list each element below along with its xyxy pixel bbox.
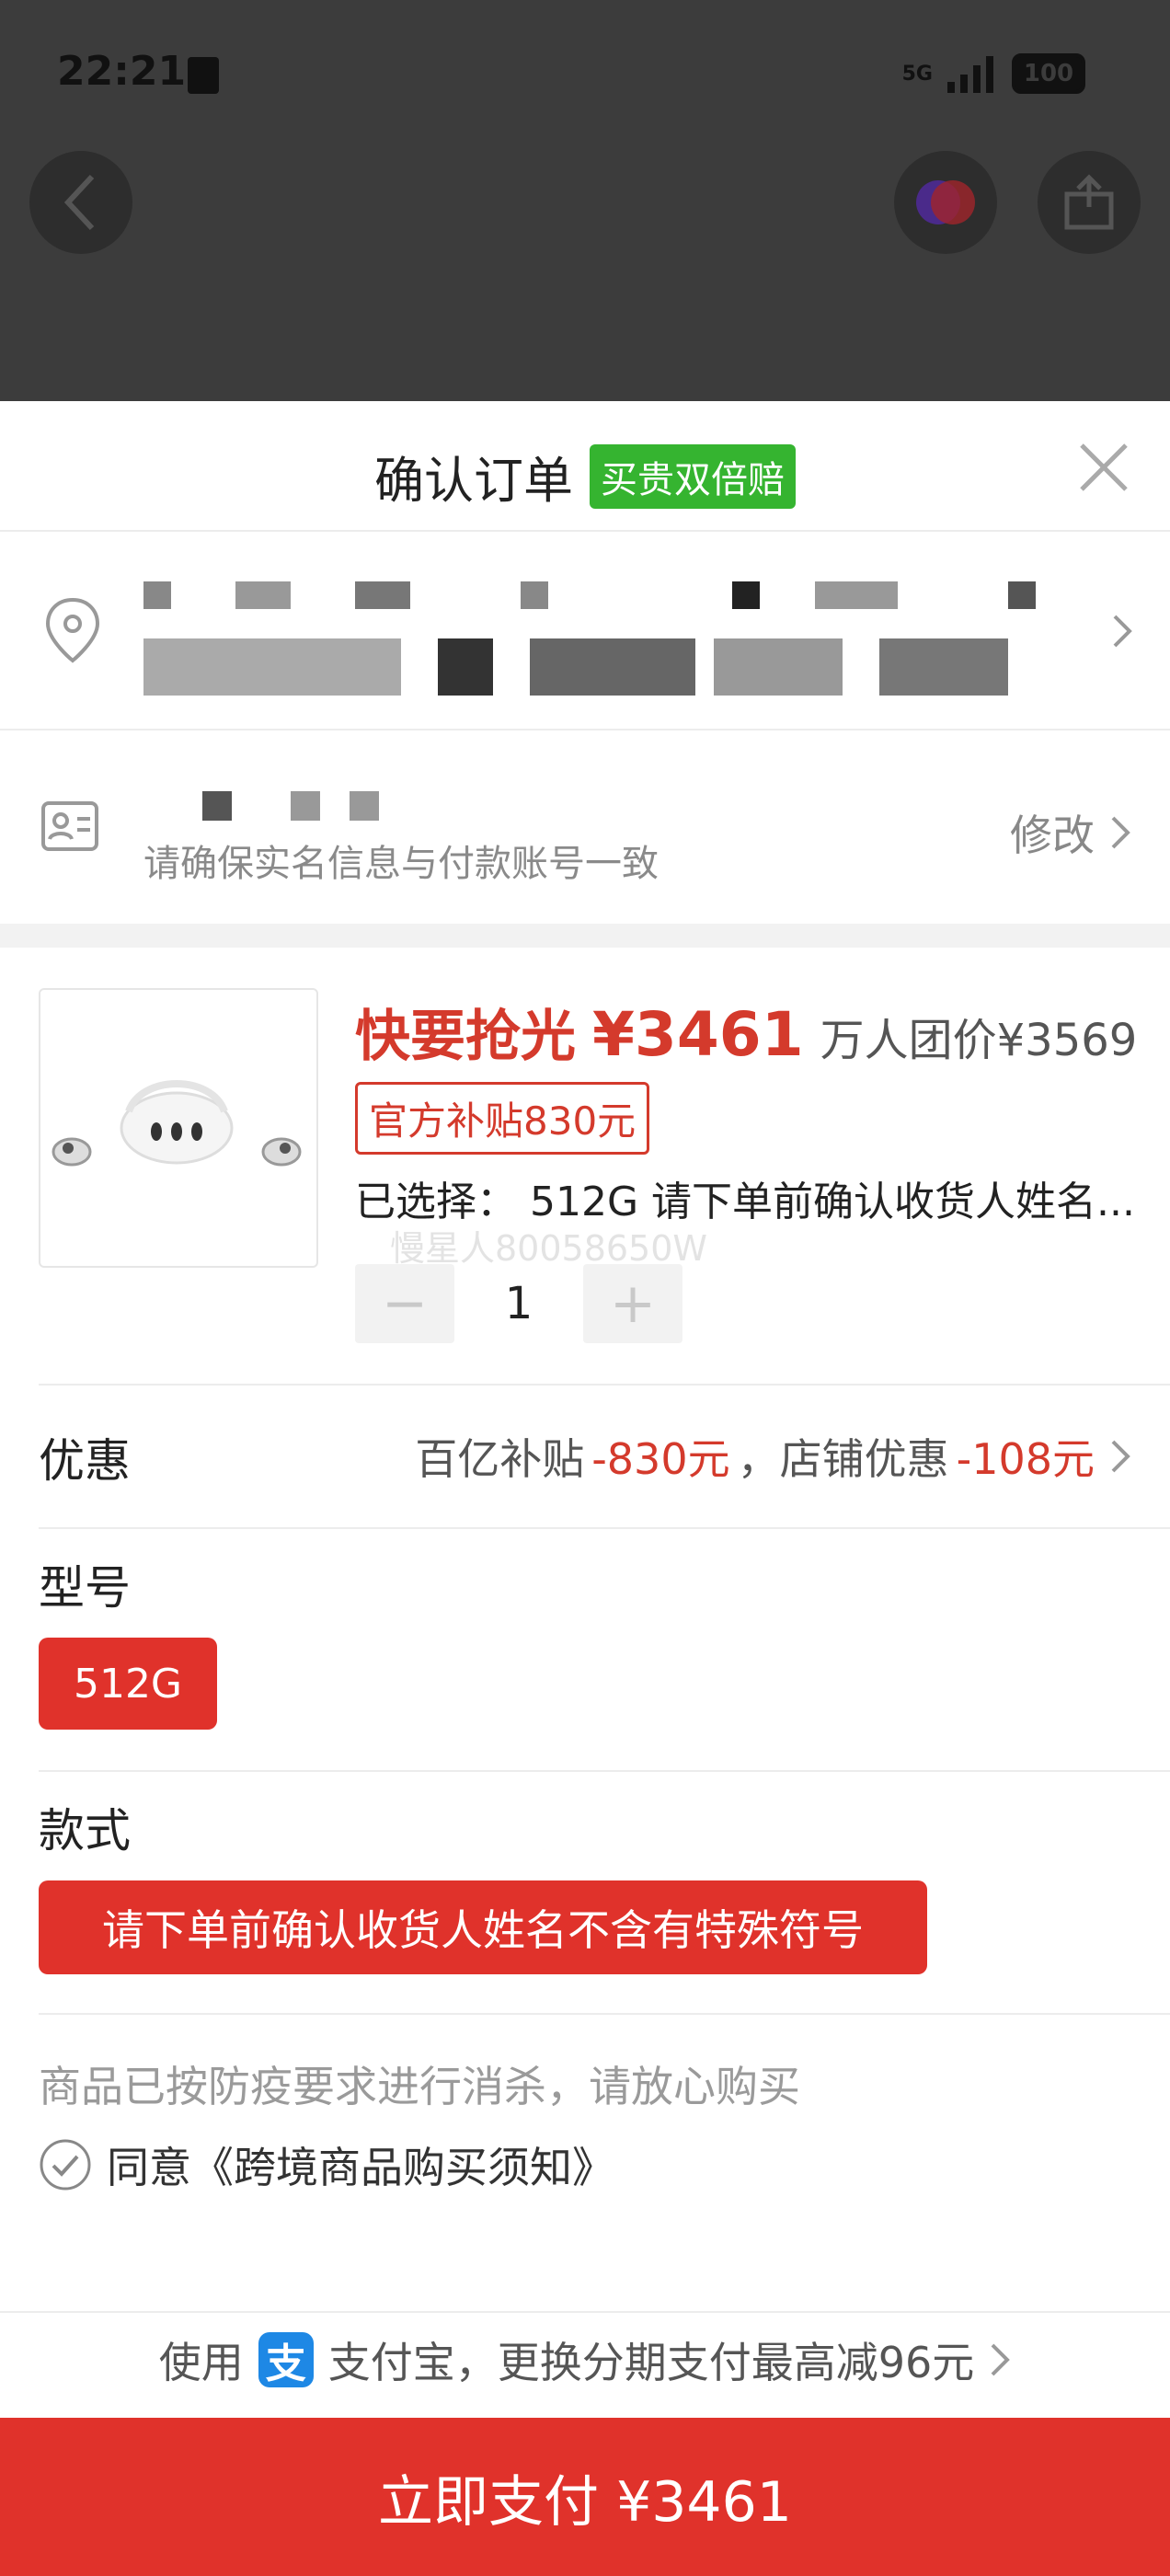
quantity-value[interactable]: 1 bbox=[454, 1278, 583, 1329]
double-compensation-badge: 买贵双倍赔 bbox=[590, 443, 796, 509]
shop-discount-label: ，店铺优惠 bbox=[737, 1434, 949, 1484]
alipay-text: 支付宝，更换分期支付最高减96元 bbox=[327, 2338, 975, 2387]
divider bbox=[39, 1770, 1170, 1772]
style-option[interactable]: 请下单前确认收货人姓名不含有特殊符号 bbox=[39, 1880, 927, 1974]
subsidy-prefix: 百亿补贴 bbox=[415, 1434, 585, 1484]
battery-indicator: 100 bbox=[1012, 53, 1085, 94]
divider bbox=[39, 1384, 1170, 1386]
close-icon[interactable] bbox=[1076, 440, 1131, 495]
edit-label: 修改 bbox=[1010, 811, 1095, 860]
divider bbox=[39, 1527, 1170, 1529]
style-label: 款式 bbox=[39, 1804, 131, 1857]
location-pin-icon bbox=[45, 597, 100, 663]
identity-row[interactable] bbox=[0, 730, 1170, 924]
identity-redacted bbox=[202, 791, 386, 821]
notification-icon bbox=[188, 57, 219, 94]
edit-identity-link[interactable]: 修改 bbox=[1010, 802, 1131, 863]
shop-discount-amount: -108元 bbox=[956, 1434, 1095, 1484]
product-image[interactable] bbox=[39, 988, 318, 1268]
id-card-icon bbox=[41, 801, 98, 851]
checkbox-icon[interactable] bbox=[39, 2138, 92, 2191]
selected-spec: 已选择： 512G 请下单前确认收货人姓名... bbox=[355, 1179, 1136, 1225]
section-gap bbox=[0, 924, 1170, 948]
quantity-stepper: − 1 + bbox=[355, 1264, 682, 1343]
chevron-right-icon bbox=[1111, 816, 1130, 849]
pay-now-button[interactable]: 立即支付 ¥3461 bbox=[0, 2418, 1170, 2576]
watermark-text: 慢星人80058650W bbox=[390, 1228, 707, 1269]
increase-button[interactable]: + bbox=[583, 1264, 682, 1343]
disinfection-notice: 商品已按防疫要求进行消杀，请放心购买 bbox=[39, 2062, 800, 2111]
vr-headset-image bbox=[52, 1080, 302, 1167]
share-button[interactable] bbox=[1038, 151, 1141, 254]
discount-label: 优惠 bbox=[39, 1434, 131, 1488]
app-logo-button[interactable] bbox=[894, 151, 997, 254]
discount-row[interactable]: 百亿补贴 -830元 ，店铺优惠 -108元 bbox=[415, 1426, 1131, 1487]
chevron-left-icon bbox=[63, 174, 95, 231]
status-time: 22:21 bbox=[57, 48, 187, 95]
subsidy-tag: 官方补贴830元 bbox=[355, 1082, 650, 1155]
status-right: 5G 100 bbox=[902, 53, 1085, 94]
sheet-title: 确认订单 bbox=[374, 452, 573, 510]
alipay-logo-icon: 支 bbox=[258, 2332, 314, 2387]
chevron-right-icon bbox=[1113, 615, 1132, 648]
alipay-prefix: 使用 bbox=[158, 2338, 244, 2387]
model-label: 型号 bbox=[39, 1561, 131, 1615]
decrease-button[interactable]: − bbox=[355, 1264, 454, 1343]
agreement-row[interactable]: 同意《跨境商品购买须知》 bbox=[39, 2134, 614, 2195]
subsidy-amount: -830元 bbox=[591, 1434, 730, 1484]
signal-icon bbox=[947, 56, 993, 93]
back-button[interactable] bbox=[29, 151, 132, 254]
identity-hint: 请确保实名信息与付款账号一致 bbox=[143, 843, 659, 885]
product-price: ¥3461 bbox=[592, 999, 804, 1070]
address-redacted bbox=[143, 581, 1045, 701]
sheet-header: 确认订单 买贵双倍赔 bbox=[0, 440, 1170, 512]
agreement-text[interactable]: 同意《跨境商品购买须知》 bbox=[107, 2134, 614, 2195]
brand-logo-icon bbox=[916, 180, 975, 224]
group-price: 万人团价¥3569 bbox=[820, 1015, 1138, 1066]
hurry-label: 快要抢光 bbox=[355, 1005, 576, 1069]
share-icon bbox=[1064, 174, 1114, 230]
network-label: 5G bbox=[901, 62, 933, 86]
model-option-512g[interactable]: 512G bbox=[39, 1638, 217, 1730]
chevron-right-icon bbox=[991, 2343, 1011, 2376]
price-row: 快要抢光 ¥3461 万人团价¥3569 bbox=[355, 992, 1137, 1072]
divider bbox=[0, 2311, 1170, 2313]
alipay-installment-row[interactable]: 使用 支 支付宝，更换分期支付最高减96元 bbox=[0, 2329, 1170, 2390]
chevron-right-icon bbox=[1111, 1440, 1130, 1473]
divider bbox=[39, 2013, 1170, 2015]
